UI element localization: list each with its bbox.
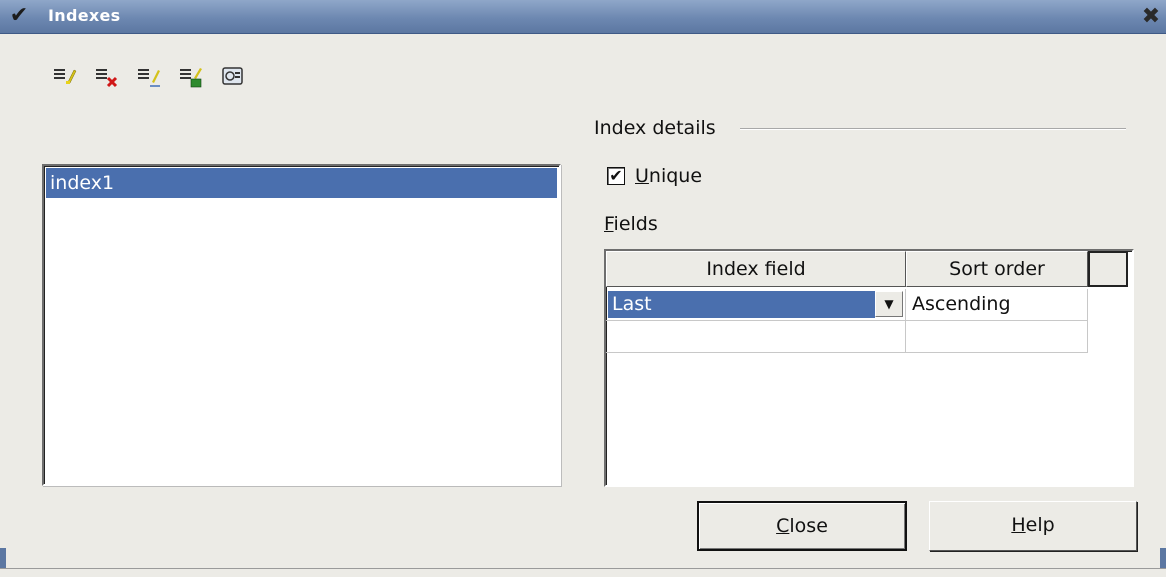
close-label-rest: lose xyxy=(789,515,828,537)
sort-order-cell[interactable]: Ascending xyxy=(906,289,1088,321)
index-field-value[interactable]: Last xyxy=(608,291,875,318)
unique-label[interactable]: Unique xyxy=(635,165,702,187)
delete-index-icon xyxy=(96,69,118,88)
title-bar: ✔ Indexes ✖ xyxy=(0,0,1166,34)
close-mnemonic: C xyxy=(776,515,790,537)
unique-checkbox[interactable]: ✔ xyxy=(607,167,625,185)
help-label-rest: elp xyxy=(1025,514,1055,536)
column-header-index-field[interactable]: Index field xyxy=(606,251,906,287)
index-details-heading: Index details xyxy=(594,117,716,139)
column-header-sort-order[interactable]: Sort order xyxy=(906,251,1088,287)
close-window-icon[interactable]: ✖ xyxy=(1140,6,1162,28)
rename-index-button[interactable] xyxy=(134,62,164,92)
window-menu-icon[interactable]: ✔ xyxy=(4,5,34,27)
index-field-cell[interactable] xyxy=(606,321,906,353)
fields-mnemonic: F xyxy=(604,213,614,235)
toolbar xyxy=(50,62,248,96)
save-index-icon xyxy=(180,68,202,88)
unique-option[interactable]: ✔ Unique xyxy=(607,165,702,187)
close-button[interactable]: Close xyxy=(697,501,907,551)
help-button[interactable]: Help xyxy=(929,501,1137,551)
delete-index-button[interactable] xyxy=(92,62,122,92)
fields-label: Fields xyxy=(604,213,658,235)
fields-label-rest: ields xyxy=(613,213,658,235)
grid-corner-cell xyxy=(1088,251,1128,287)
grid-header: Index field Sort order xyxy=(606,251,1128,287)
save-index-button[interactable] xyxy=(176,62,206,92)
window-frame-bottom xyxy=(0,568,1166,577)
help-mnemonic: H xyxy=(1011,514,1026,536)
new-index-icon xyxy=(54,69,77,84)
index-list[interactable]: index1 xyxy=(42,164,561,486)
index-list-item[interactable]: index1 xyxy=(46,168,557,198)
window-title: Indexes xyxy=(48,6,121,25)
index-field-dropdown[interactable]: Last ▼ xyxy=(606,289,906,321)
new-index-button[interactable] xyxy=(50,62,80,92)
reset-index-icon xyxy=(222,67,243,85)
sort-order-cell[interactable] xyxy=(906,321,1088,353)
grid-row[interactable] xyxy=(606,321,1088,353)
section-divider xyxy=(740,128,1126,130)
reset-index-button[interactable] xyxy=(218,62,248,92)
chevron-down-icon[interactable]: ▼ xyxy=(875,291,903,317)
unique-mnemonic: U xyxy=(635,165,649,187)
grid-row[interactable]: Last ▼ Ascending xyxy=(606,289,1088,321)
rename-index-icon xyxy=(138,69,160,87)
unique-label-rest: nique xyxy=(648,165,703,187)
fields-grid[interactable]: Index field Sort order Last ▼ Ascending xyxy=(604,249,1134,487)
